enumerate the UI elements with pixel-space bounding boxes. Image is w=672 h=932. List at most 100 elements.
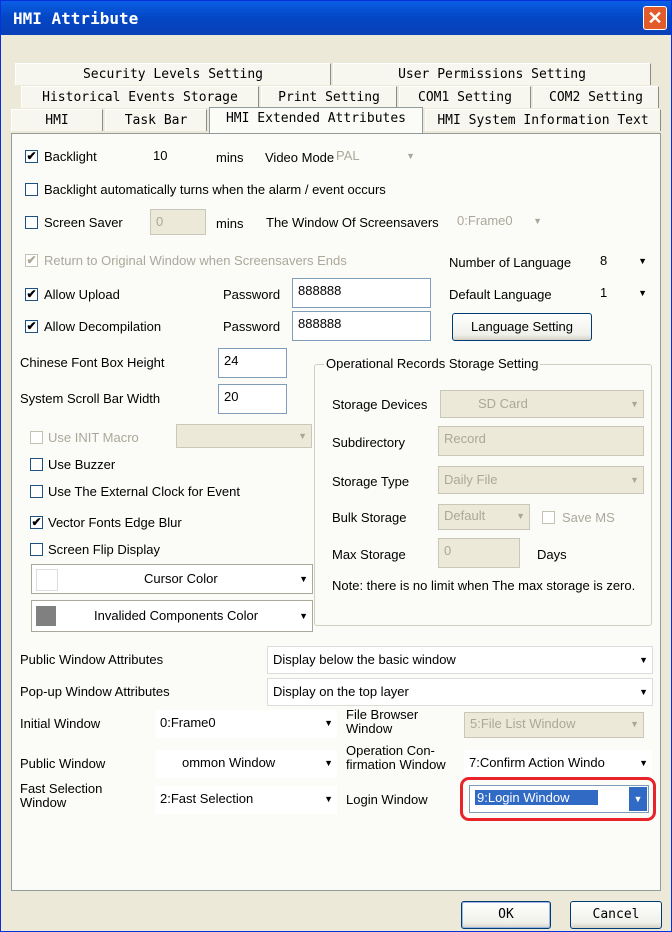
tab-user-permissions[interactable]: User Permissions Setting [333, 63, 651, 85]
login-window-label: Login Window [346, 792, 428, 807]
tab-row-1: Security Levels Setting User Permissions… [11, 63, 661, 85]
records-note: Note: there is no limit when The max sto… [332, 578, 636, 593]
ok-button[interactable]: OK [461, 901, 551, 929]
font-box-height-label: Chinese Font Box Height [20, 355, 165, 370]
default-language-value: 1 [600, 285, 608, 300]
login-window-value: 9:Login Window [474, 789, 599, 806]
fast-selection-select[interactable]: 2:Fast Selection ▼ [155, 786, 337, 814]
storage-type-label: Storage Type [332, 474, 410, 489]
backlight-value[interactable]: 10 [148, 144, 200, 170]
backlight-alarm-checkbox[interactable] [25, 183, 38, 196]
public-attr-label: Public Window Attributes [20, 652, 164, 667]
save-ms-label: Save MS [562, 510, 615, 525]
screensaver-window-label: The Window Of Screensavers [266, 215, 439, 230]
screen-flip-checkbox[interactable] [30, 543, 43, 556]
use-buzzer-label: Use Buzzer [48, 457, 116, 472]
backlight-unit: mins [216, 150, 244, 165]
title-bar[interactable]: HMI Attribute ✕ [1, 1, 671, 35]
video-mode-select[interactable]: PAL ▼ [331, 145, 419, 169]
initial-window-select[interactable]: 0:Frame0 ▼ [155, 710, 337, 738]
screen-saver-checkbox[interactable] [25, 216, 38, 229]
tab-task-bar[interactable]: Task Bar [105, 109, 207, 131]
bulk-storage-select[interactable]: Default ▼ [438, 504, 530, 530]
allow-upload-checkbox[interactable]: ✔ [25, 288, 38, 301]
return-original-checkbox[interactable]: ✔ [25, 254, 38, 267]
screen-saver-value[interactable]: 0 [150, 209, 206, 235]
file-browser-select[interactable]: 5:File List Window ▼ [464, 712, 644, 738]
invalided-color-select[interactable]: Invalided Components Color ▼ [31, 600, 313, 632]
tab-com2-setting[interactable]: COM2 Setting [533, 86, 659, 108]
storage-devices-select[interactable]: SD Card ▼ [440, 390, 644, 418]
num-language-label: Number of Language [449, 255, 572, 270]
max-storage-unit: Days [537, 547, 567, 562]
chevron-down-icon: ▼ [630, 719, 639, 729]
screen-flip-label: Screen Flip Display [48, 542, 160, 557]
invalided-color-swatch [36, 606, 56, 626]
default-language-label: Default Language [449, 287, 552, 302]
language-setting-button[interactable]: Language Setting [452, 313, 592, 341]
tab-print-setting[interactable]: Print Setting [261, 86, 397, 108]
tab-historical-events[interactable]: Historical Events Storage [21, 86, 259, 108]
backlight-alarm-label: Backlight automatically turns when the a… [44, 182, 386, 197]
max-storage-label: Max Storage [332, 547, 406, 562]
chevron-down-icon: ▼ [639, 655, 648, 665]
cursor-color-select[interactable]: Cursor Color ▼ [31, 564, 313, 594]
storage-type-select[interactable]: Daily File ▼ [438, 466, 644, 494]
public-window-value: ommon Window [182, 755, 276, 770]
popup-attr-select[interactable]: Display on the top layer ▼ [267, 678, 653, 706]
cancel-button[interactable]: Cancel [570, 901, 662, 929]
scroll-bar-width-field[interactable]: 20 [218, 384, 287, 414]
video-mode-value: PAL [336, 148, 360, 163]
file-browser-value: 5:File List Window [470, 716, 576, 731]
bulk-storage-value: Default [444, 508, 486, 523]
return-original-label: Return to Original Window when Screensav… [44, 253, 347, 268]
allow-decompilation-label: Allow Decompilation [44, 319, 162, 334]
subdirectory-field[interactable]: Record [438, 426, 644, 456]
tab-row-3: HMI Task Bar HMI Extended Attributes HMI… [11, 107, 661, 133]
fast-selection-label: Fast Selection Window [20, 781, 103, 810]
public-window-select[interactable]: ommon Window ▼ [155, 750, 337, 778]
use-buzzer-checkbox[interactable] [30, 458, 43, 471]
backlight-checkbox[interactable]: ✔ [25, 150, 38, 163]
upload-password-field[interactable]: 888888 [292, 278, 431, 308]
external-clock-checkbox[interactable] [30, 485, 43, 498]
chevron-down-icon: ▼ [630, 399, 639, 409]
chevron-down-icon[interactable]: ▼ [629, 787, 647, 811]
initial-window-value: 0:Frame0 [160, 715, 216, 730]
scroll-bar-width-label: System Scroll Bar Width [20, 391, 161, 406]
vector-fonts-checkbox[interactable]: ✔ [30, 516, 43, 529]
chevron-down-icon: ▼ [638, 288, 647, 298]
window-title: HMI Attribute [13, 9, 139, 28]
chevron-down-icon: ▼ [533, 216, 542, 226]
font-box-height-field[interactable]: 24 [218, 348, 287, 378]
use-init-macro-checkbox[interactable] [30, 431, 43, 444]
save-ms-checkbox[interactable] [542, 511, 555, 524]
tab-hmi-extended-attributes[interactable]: HMI Extended Attributes [209, 107, 423, 133]
chevron-down-icon: ▼ [639, 687, 648, 697]
operation-confirm-select[interactable]: 7:Confirm Action Windo ▼ [464, 750, 652, 778]
login-window-select[interactable]: 9:Login Window ▼ [469, 785, 649, 813]
init-macro-select[interactable]: ▼ [176, 424, 312, 448]
vector-fonts-label: Vector Fonts Edge Blur [48, 515, 182, 530]
public-attr-select[interactable]: Display below the basic window ▼ [267, 646, 653, 674]
screen-saver-label: Screen Saver [44, 215, 123, 230]
chevron-down-icon: ▼ [324, 718, 333, 728]
chevron-down-icon: ▼ [516, 511, 525, 521]
decompilation-password-field[interactable]: 888888 [292, 311, 431, 341]
chevron-down-icon: ▼ [324, 794, 333, 804]
initial-window-label: Initial Window [20, 716, 101, 731]
screensaver-window-select[interactable]: 0:Frame0 ▼ [452, 210, 546, 234]
storage-devices-value: SD Card [478, 396, 528, 411]
default-language-select[interactable]: 1 ▼ [595, 282, 651, 306]
upload-password-label: Password [223, 287, 281, 302]
tab-hmi-system-information-text[interactable]: HMI System Information Text [425, 109, 661, 131]
allow-decompilation-checkbox[interactable]: ✔ [25, 320, 38, 333]
operation-confirm-value: 7:Confirm Action Windo [469, 755, 605, 770]
records-storage-title: Operational Records Storage Setting [324, 356, 541, 372]
max-storage-field[interactable]: 0 [438, 538, 520, 568]
close-icon[interactable]: ✕ [643, 6, 667, 30]
tab-hmi[interactable]: HMI [11, 109, 103, 131]
tab-security-levels[interactable]: Security Levels Setting [15, 63, 331, 85]
tab-com1-setting[interactable]: COM1 Setting [399, 86, 531, 108]
num-language-select[interactable]: 8 ▼ [595, 250, 651, 274]
